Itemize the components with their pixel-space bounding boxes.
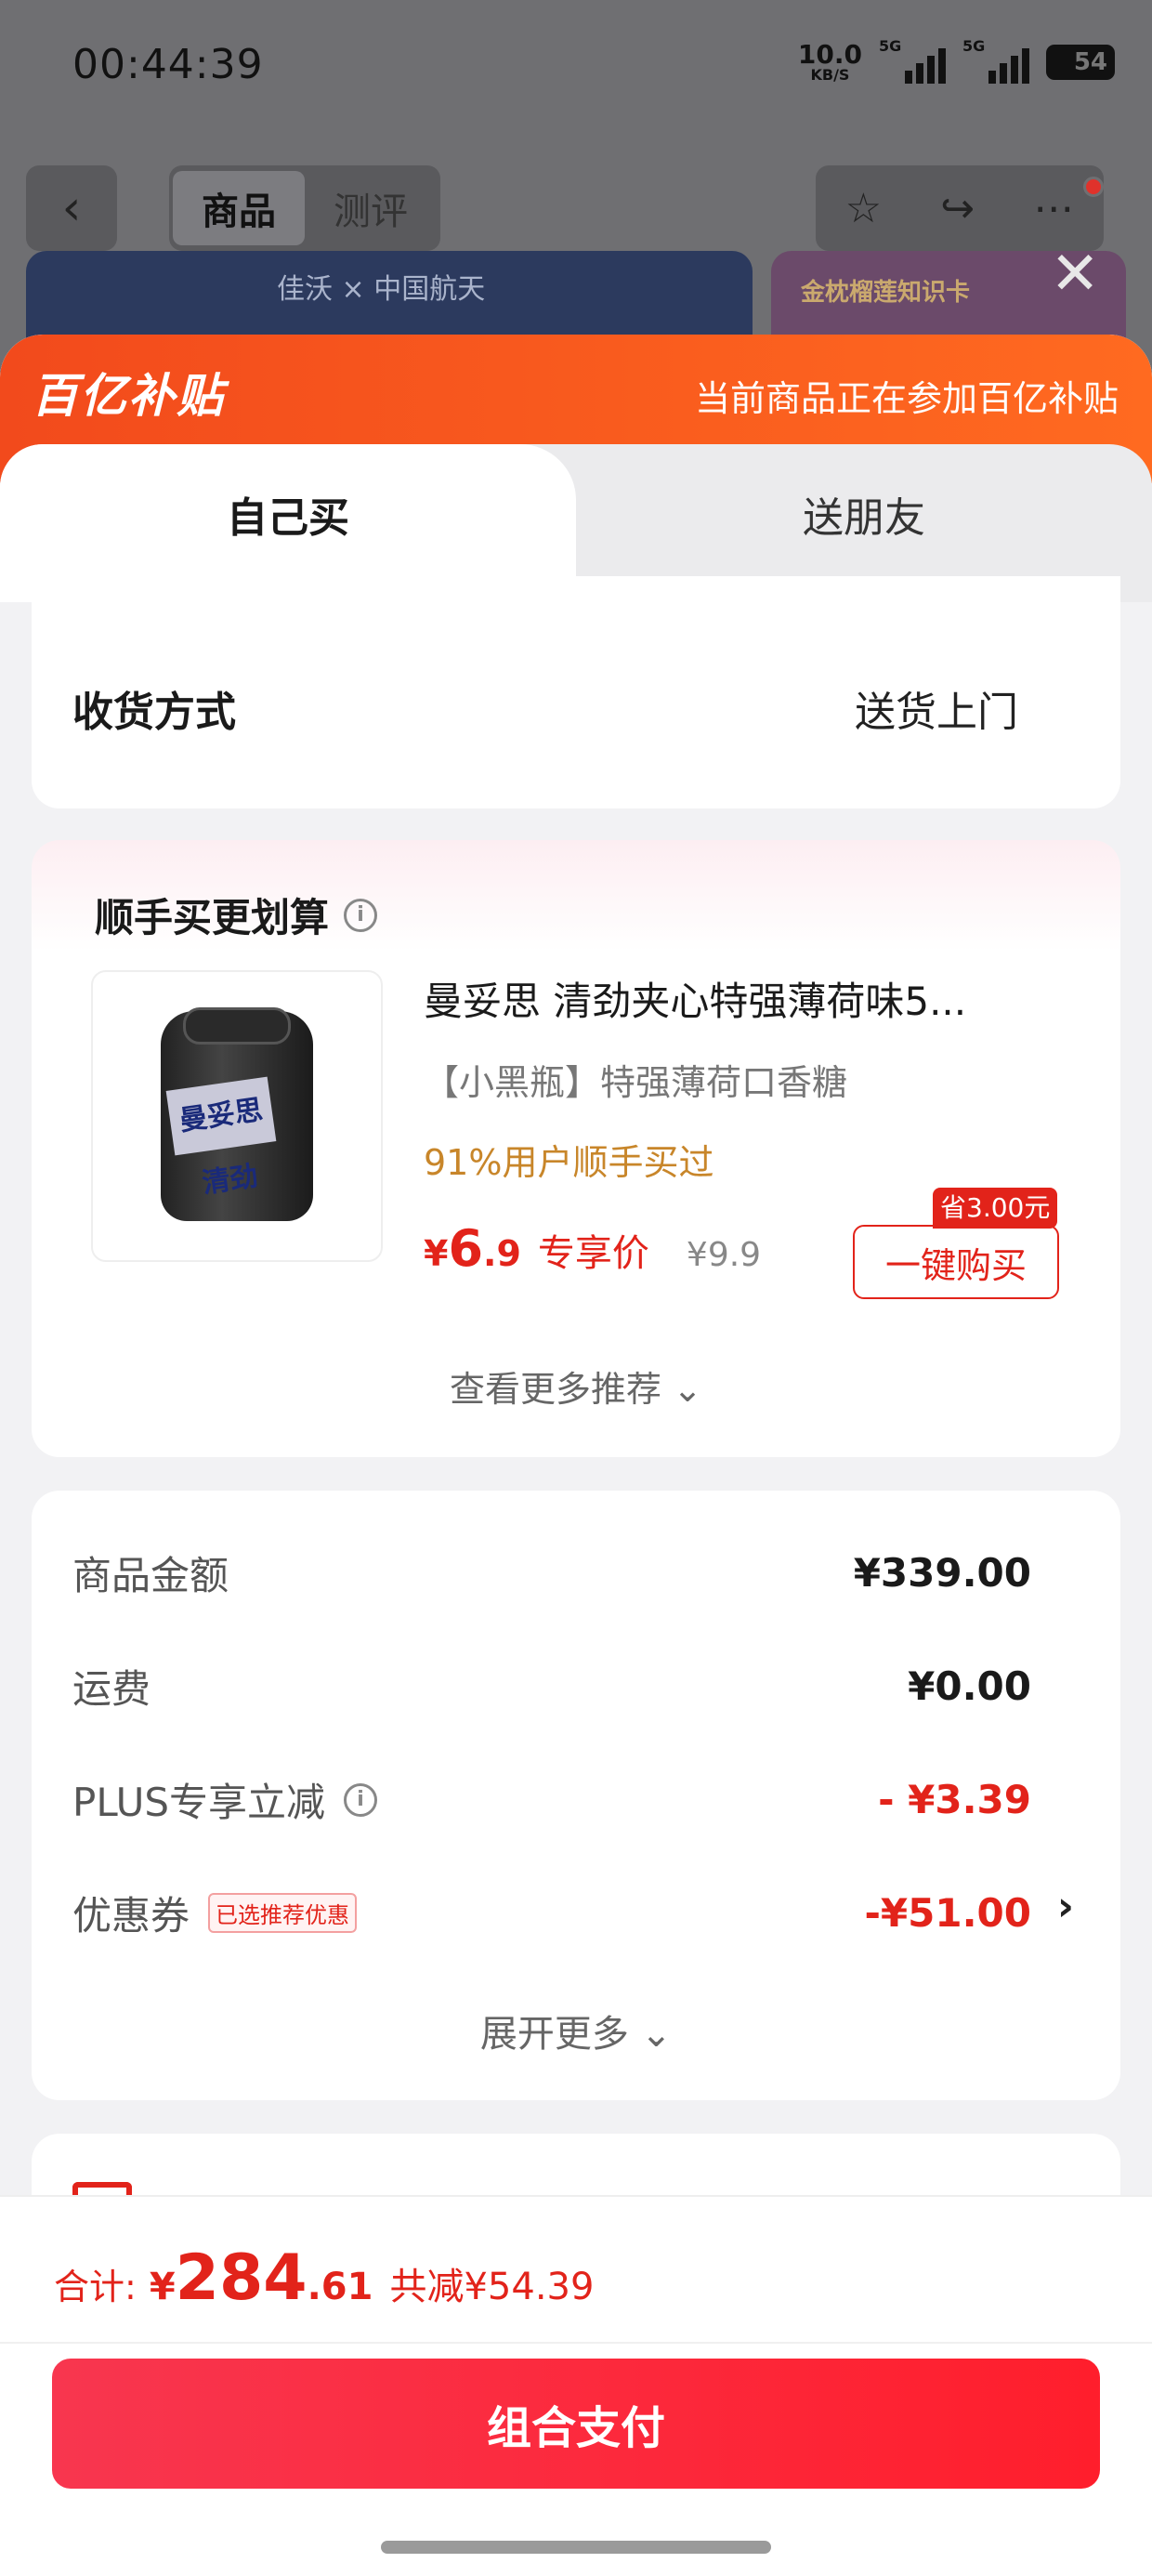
star-icon[interactable]: ☆	[845, 185, 882, 232]
coupon-label: 优惠券 已选推荐优惠	[72, 1885, 358, 1941]
checkout-footer: 合计: ¥ 284 .61 共减¥54.39 组合支付	[0, 2195, 1152, 2576]
signal-icon: 5G	[879, 37, 946, 84]
more-recommendations-link[interactable]: 查看更多推荐 ⌄	[32, 1360, 1120, 1412]
total-dec: .61	[307, 2266, 373, 2308]
addon-card: 顺手买更划算 i 曼妥思 清劲 曼妥思 清劲夹心特强薄荷味5... 【小黑瓶】特…	[32, 840, 1120, 1457]
price-dec: .9	[483, 1233, 521, 1274]
info-icon[interactable]: i	[344, 1782, 378, 1817]
footer-divider	[0, 2342, 1152, 2344]
price-tag: 专享价	[537, 1232, 649, 1275]
more-icon[interactable]: ⋯	[1033, 185, 1074, 232]
product-name[interactable]: 曼妥思 清劲夹心特强薄荷味5...	[424, 970, 1074, 1027]
delivery-card[interactable]: 收货方式 送货上门	[32, 576, 1120, 808]
shipping-value: ¥0.00	[908, 1663, 1031, 1709]
background-page: 00:44:39 10.0 KB/S 5G 5G 54 ‹ 商品 测评 ☆ ↪ …	[0, 0, 1152, 390]
chevron-right-icon[interactable]: ›	[1057, 1883, 1074, 1930]
tab-product[interactable]: 商品	[173, 171, 305, 245]
pay-button[interactable]: 组合支付	[52, 2359, 1100, 2489]
shipping-row: 运费 ¥0.00	[72, 1658, 1031, 1715]
total-label: 合计:	[54, 2267, 137, 2307]
plus-discount-label: PLUS专享立减 i	[72, 1771, 378, 1828]
coupon-text: 优惠券	[72, 1893, 190, 1939]
subtotal-row: 商品金额 ¥339.00	[72, 1544, 1031, 1601]
home-indicator[interactable]	[381, 2541, 771, 2554]
close-icon[interactable]: ✕	[1050, 240, 1100, 309]
net-speed: 10.0 KB/S	[798, 42, 862, 83]
signal-icon-2: 5G	[962, 37, 1029, 84]
share-icon[interactable]: ↪	[940, 185, 975, 232]
delivery-label: 收货方式	[72, 689, 236, 736]
status-time: 00:44:39	[72, 41, 264, 88]
product-social-proof: 91%用户顺手买过	[424, 1142, 714, 1183]
plus-discount-text: PLUS专享立减	[72, 1780, 326, 1825]
net-speed-unit: KB/S	[810, 66, 850, 84]
total-int: 284	[175, 2241, 308, 2315]
info-icon[interactable]: i	[344, 898, 378, 932]
price-int: 6	[448, 1219, 484, 1278]
one-click-buy-button[interactable]: 一键购买	[853, 1225, 1059, 1299]
tab-send-friend[interactable]: 送朋友	[576, 444, 1152, 584]
plus-discount-value: - ¥3.39	[878, 1777, 1031, 1822]
coupon-row[interactable]: 优惠券 已选推荐优惠 -¥51.00	[72, 1885, 1031, 1941]
addon-title: 顺手买更划算 i	[95, 887, 378, 943]
gum-bottle-image: 曼妥思 清劲	[161, 1007, 313, 1221]
delivery-value: 送货上门	[855, 689, 1018, 736]
save-badge: 省3.00元	[933, 1188, 1058, 1229]
price-yen: ¥	[424, 1233, 449, 1274]
addon-title-text: 顺手买更划算	[95, 895, 330, 940]
subsidy-logo: 百亿补贴	[32, 369, 225, 423]
price-summary-card: 商品金额 ¥339.00 运费 ¥0.00 PLUS专享立减 i - ¥3.39…	[32, 1491, 1120, 2100]
shipping-label: 运费	[72, 1666, 151, 1712]
signal-label-2: 5G	[962, 37, 986, 55]
order-total: 合计: ¥ 284 .61 共减¥54.39	[54, 2241, 594, 2315]
battery-icon: 54	[1046, 45, 1115, 80]
subsidy-note: 当前商品正在参加百亿补贴	[694, 378, 1119, 419]
top-actions: ☆ ↪ ⋯	[816, 165, 1104, 251]
total-savings: 共减¥54.39	[389, 2266, 595, 2308]
back-button[interactable]: ‹	[26, 165, 117, 251]
status-bar: 00:44:39 10.0 KB/S 5G 5G 54	[0, 0, 1152, 139]
original-price: ¥9.9	[686, 1236, 762, 1274]
subtotal-value: ¥339.00	[853, 1550, 1031, 1596]
product-price: ¥ 6 .9 专享价 ¥9.9	[424, 1219, 761, 1278]
signal-label: 5G	[879, 37, 902, 55]
bottle-label: 曼妥思 清劲	[165, 1076, 277, 1200]
chevron-left-icon: ‹	[61, 180, 82, 236]
total-yen: ¥	[149, 2266, 176, 2308]
product-desc: 【小黑瓶】特强薄荷口香糖	[424, 1062, 848, 1103]
notification-dot	[1083, 177, 1104, 197]
product-image[interactable]: 曼妥思 清劲	[91, 970, 383, 1262]
tab-review[interactable]: 测评	[305, 171, 437, 245]
status-icons: 10.0 KB/S 5G 5G 54	[798, 37, 1115, 84]
subtotal-label: 商品金额	[72, 1553, 229, 1598]
net-speed-value: 10.0	[797, 39, 862, 70]
coupon-value: -¥51.00	[864, 1890, 1031, 1936]
expand-more-link[interactable]: 展开更多 ⌄	[32, 2004, 1120, 2057]
plus-discount-row: PLUS专享立减 i - ¥3.39	[72, 1771, 1031, 1828]
top-tabs: 商品 测评	[169, 165, 440, 251]
coupon-recommended-tag: 已选推荐优惠	[208, 1893, 358, 1933]
